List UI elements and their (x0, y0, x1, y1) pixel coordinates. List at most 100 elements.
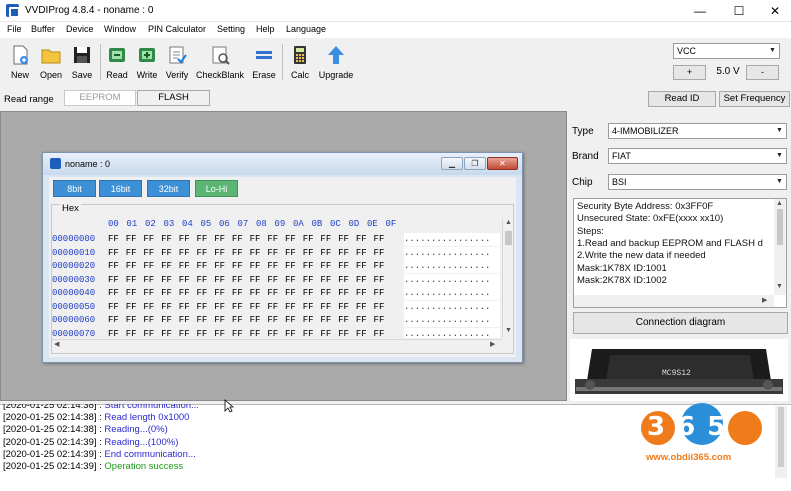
calc-button[interactable]: Calc (286, 41, 314, 83)
hex-ascii[interactable]: ................ (404, 327, 500, 338)
hex-row[interactable]: 00000060 FF FF FF FF FF FF FF FF FF FF FF… (52, 314, 500, 327)
hex-bytes[interactable]: FF FF FF FF FF FF FF FF FF FF FF FF FF F… (108, 260, 384, 273)
close-icon[interactable]: ✕ (487, 157, 518, 170)
upgrade-button[interactable]: Upgrade (317, 41, 355, 83)
chevron-up-icon[interactable]: ▲ (776, 200, 783, 207)
bit-32-button[interactable]: 32bit (147, 180, 190, 197)
voltage-decrease-button[interactable]: - (746, 65, 779, 80)
hex-ascii[interactable]: ................ (404, 314, 500, 327)
maximize-icon[interactable]: ☐ (731, 3, 747, 19)
hex-ascii[interactable]: ................ (404, 300, 500, 314)
minimize-icon[interactable]: ▁ (441, 157, 463, 170)
hex-ascii[interactable]: ................ (404, 273, 500, 287)
menu-language[interactable]: Language (286, 24, 326, 34)
hex-bytes[interactable]: FF FF FF FF FF FF FF FF FF FF FF FF FF F… (108, 287, 384, 300)
hex-ascii[interactable]: ................ (404, 233, 500, 246)
menu-device[interactable]: Device (66, 24, 94, 34)
horizontal-scrollbar[interactable]: ◀ ▶ (52, 339, 502, 350)
close-icon[interactable]: ✕ (767, 3, 783, 19)
bit-8-button[interactable]: 8bit (53, 180, 96, 197)
verify-button[interactable]: Verify (163, 41, 191, 83)
write-label: Write (136, 70, 158, 80)
tab-eeprom[interactable]: EEPROM (64, 90, 136, 106)
restore-icon[interactable]: ❐ (464, 157, 486, 170)
chevron-right-icon[interactable]: ▶ (490, 340, 495, 348)
scrollbar-thumb[interactable] (778, 407, 784, 467)
chevron-down-icon[interactable]: ▼ (776, 283, 783, 290)
write-button[interactable]: Write (133, 41, 161, 83)
set-frequency-button[interactable]: Set Frequency (719, 91, 790, 107)
scrollbar-thumb[interactable] (777, 209, 783, 245)
chevron-up-icon[interactable]: ▲ (504, 219, 513, 226)
hex-bytes[interactable]: FF FF FF FF FF FF FF FF FF FF FF FF FF F… (108, 301, 384, 314)
log-entry: [2020-01-25 02:14:39] : Reading...(100%) (3, 437, 178, 448)
scrollbar-thumb[interactable] (505, 231, 512, 245)
save-button[interactable]: Save (68, 41, 96, 83)
menu-window[interactable]: Window (104, 24, 136, 34)
hex-bytes[interactable]: FF FF FF FF FF FF FF FF FF FF FF FF FF F… (108, 274, 384, 287)
hex-ascii[interactable]: ................ (404, 246, 500, 260)
chip-select[interactable]: BSI ▼ (608, 174, 787, 190)
bit-16-button[interactable]: 16bit (99, 180, 142, 197)
hex-row[interactable]: 00000020 FF FF FF FF FF FF FF FF FF FF FF… (52, 260, 500, 273)
hex-row[interactable]: 00000070 FF FF FF FF FF FF FF FF FF FF FF… (52, 327, 500, 339)
hex-bytes[interactable]: FF FF FF FF FF FF FF FF FF FF FF FF FF F… (108, 328, 384, 339)
open-button[interactable]: Open (37, 41, 65, 83)
toolbar-separator (100, 44, 101, 80)
log-timestamp: [2020-01-25 02:14:38] : (3, 404, 102, 411)
connection-diagram-button[interactable]: Connection diagram (573, 312, 788, 334)
info-horizontal-scrollbar[interactable]: ▶ (574, 295, 774, 307)
lo-hi-button[interactable]: Lo-Hi (195, 180, 238, 197)
log-scrollbar[interactable] (775, 406, 787, 478)
watermark-brand: 365 (647, 412, 738, 442)
menu-help[interactable]: Help (256, 24, 275, 34)
hex-row[interactable]: 00000010 FF FF FF FF FF FF FF FF FF FF FF… (52, 246, 500, 260)
type-select[interactable]: 4-IMMOBILIZER ▼ (608, 123, 787, 139)
menu-buffer[interactable]: Buffer (31, 24, 55, 34)
hex-group-label: Hex (60, 203, 81, 214)
menu-setting[interactable]: Setting (217, 24, 245, 34)
chip-info-box[interactable]: Security Byte Address: 0x3FF0F Unsecured… (573, 198, 787, 308)
hex-ascii[interactable]: ................ (404, 260, 500, 273)
info-scrollbar[interactable]: ▲ ▼ (774, 199, 786, 295)
read-id-button[interactable]: Read ID (648, 91, 716, 107)
hex-column-label: 07 (237, 219, 249, 229)
chevron-right-icon[interactable]: ▶ (762, 296, 767, 304)
chip-image: MC9S12 (570, 339, 788, 401)
buffer-window[interactable]: noname : 0 ▁ ❐ ✕ 8bit 16bit 32bit Lo-Hi … (42, 152, 523, 363)
hex-row[interactable]: 00000000 FF FF FF FF FF FF FF FF FF FF FF… (52, 233, 500, 246)
vcc-select[interactable]: VCC ▼ (673, 43, 780, 59)
hex-row[interactable]: 00000040 FF FF FF FF FF FF FF FF FF FF FF… (52, 287, 500, 300)
erase-label: Erase (252, 70, 276, 80)
brand-select[interactable]: FIAT ▼ (608, 148, 787, 164)
hex-row[interactable]: 00000050 FF FF FF FF FF FF FF FF FF FF FF… (52, 300, 500, 314)
hex-row[interactable]: 00000030 FF FF FF FF FF FF FF FF FF FF FF… (52, 273, 500, 287)
checkblank-button[interactable]: CheckBlank (195, 41, 245, 83)
hex-column-label: 03 (163, 219, 175, 229)
new-button[interactable]: New (6, 41, 34, 83)
chevron-left-icon[interactable]: ◀ (54, 340, 59, 348)
hex-bytes[interactable]: FF FF FF FF FF FF FF FF FF FF FF FF FF F… (108, 247, 384, 260)
chevron-down-icon[interactable]: ▼ (504, 327, 513, 334)
hex-column-label: 00 (108, 219, 119, 229)
upgrade-label: Upgrade (318, 70, 354, 80)
hex-bytes[interactable]: FF FF FF FF FF FF FF FF FF FF FF FF FF F… (108, 314, 384, 327)
tab-flash[interactable]: FLASH (137, 90, 210, 106)
voltage-increase-button[interactable]: + (673, 65, 706, 80)
menu-pin-calculator[interactable]: PIN Calculator (148, 24, 206, 34)
read-button[interactable]: Read (103, 41, 131, 83)
minimize-icon[interactable]: — (692, 3, 708, 19)
erase-button[interactable]: Erase (250, 41, 278, 83)
hex-ascii[interactable]: ................ (404, 287, 500, 300)
hex-group: Hex 00 01 02 03 04 05 06 07 08 09 0A 0B 0C 0D 0E 0F 000… (51, 203, 514, 354)
info-line: Unsecured State: 0xFE(xxxx xx10) (577, 213, 724, 224)
app-icon (6, 4, 20, 18)
hex-view[interactable]: 00 01 02 03 04 05 06 07 08 09 0A 0B 0C 0D 0E 0F 0000000… (52, 219, 500, 338)
menu-file[interactable]: File (7, 24, 22, 34)
log-timestamp: [2020-01-25 02:14:39] : (3, 461, 102, 472)
hex-column-label: 06 (219, 219, 230, 229)
vertical-scrollbar[interactable]: ▲ ▼ (502, 219, 513, 338)
hex-bytes[interactable]: FF FF FF FF FF FF FF FF FF FF FF FF FF F… (108, 233, 384, 246)
hex-column-label: 04 (182, 219, 193, 229)
chevron-down-icon: ▼ (776, 178, 783, 185)
